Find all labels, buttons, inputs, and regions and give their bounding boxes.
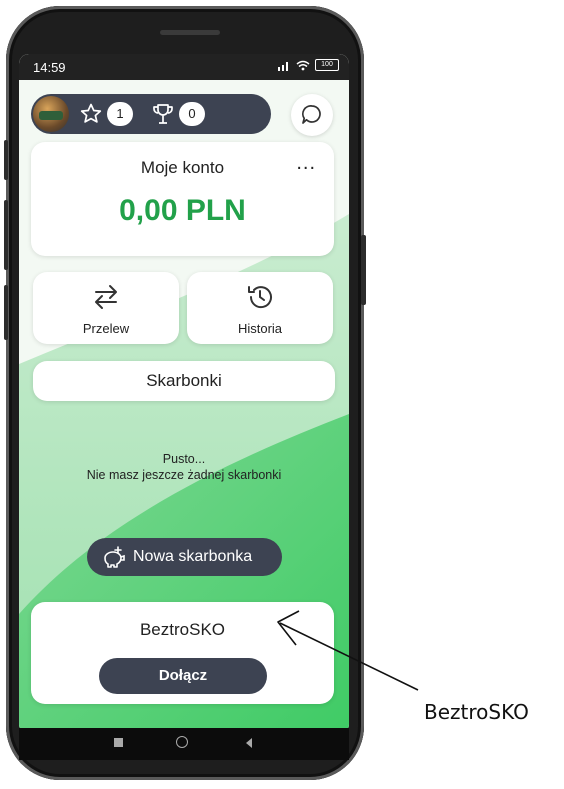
signal-icon: [278, 61, 288, 71]
phone-side-button: [4, 200, 8, 270]
trophy-icon: [153, 104, 173, 124]
avatar[interactable]: [33, 96, 69, 132]
piggy-banks-header: Skarbonki: [33, 361, 335, 401]
wifi-icon: [296, 60, 310, 70]
new-piggy-bank-label: Nowa skarbonka: [133, 548, 253, 565]
recent-apps-icon[interactable]: [114, 738, 123, 747]
beztrosko-title: BeztroSKO: [139, 620, 226, 639]
history-icon: [248, 286, 272, 309]
account-balance: 0,00 PLN: [119, 194, 246, 227]
trophies-count: 0: [179, 102, 205, 126]
stars-count: 1: [107, 102, 133, 126]
piggy-banks-title: Skarbonki: [146, 371, 222, 390]
empty-state-message: Nie masz jeszcze żadnej skarbonki: [86, 468, 282, 482]
star-icon: [80, 103, 102, 123]
app-screen: 14:59 100 1 0 Moje konto ... 0,00 PLN Pr…: [19, 54, 349, 734]
more-options-icon[interactable]: ...: [296, 152, 316, 175]
android-nav-bar: [19, 728, 349, 760]
phone-volume-button: [4, 140, 8, 180]
help-button[interactable]: [291, 94, 333, 136]
phone-side-button-2: [4, 285, 8, 340]
new-piggy-bank-button[interactable]: Nowa skarbonka: [87, 538, 282, 576]
empty-state-title: Pusto...: [162, 452, 206, 466]
top-bar[interactable]: 1 0: [31, 94, 271, 134]
status-bar: 14:59 100: [19, 54, 349, 80]
history-button[interactable]: Historia: [187, 272, 333, 344]
beztrosko-card: BeztroSKO Dołącz: [31, 602, 334, 704]
join-button[interactable]: Dołącz: [99, 658, 267, 694]
back-icon[interactable]: [244, 737, 254, 749]
annotation-label: BeztroSKO: [424, 700, 529, 724]
transfer-icon: [95, 285, 117, 309]
phone-speaker: [160, 30, 220, 35]
transfer-button[interactable]: Przelew: [33, 272, 179, 344]
status-time: 14:59: [33, 60, 66, 75]
battery-icon: 100: [315, 59, 339, 71]
transfer-label: Przelew: [82, 321, 130, 336]
phone-power-button: [361, 235, 366, 305]
status-icons: 100: [277, 59, 339, 71]
piggy-bank-plus-icon: [104, 546, 125, 568]
account-card[interactable]: Moje konto ... 0,00 PLN: [31, 142, 334, 256]
account-title: Moje konto: [140, 158, 225, 177]
history-label: Historia: [237, 321, 283, 336]
chat-help-icon: [301, 105, 321, 124]
home-icon[interactable]: [176, 736, 188, 748]
